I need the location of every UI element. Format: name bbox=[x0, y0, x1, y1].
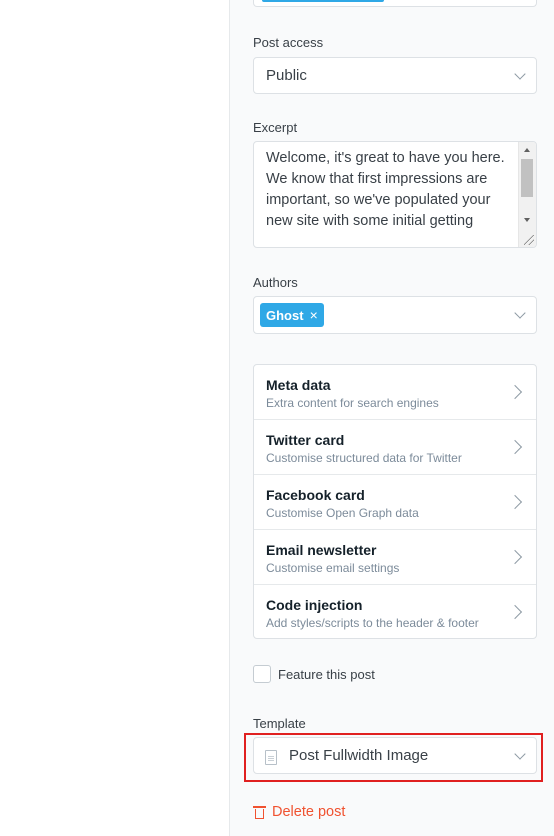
author-tag: Ghost × bbox=[260, 303, 324, 327]
feature-post-label[interactable]: Feature this post bbox=[278, 667, 375, 682]
authors-label: Authors bbox=[253, 275, 298, 290]
scroll-up-icon[interactable] bbox=[524, 148, 530, 152]
chevron-right-icon bbox=[507, 494, 523, 510]
chevron-right-icon bbox=[507, 604, 523, 620]
delete-post-label: Delete post bbox=[272, 804, 346, 820]
menu-item-title: Email newsletter bbox=[266, 542, 377, 558]
excerpt-label: Excerpt bbox=[253, 120, 298, 135]
menu-item-subtitle: Extra content for search engines bbox=[266, 396, 439, 410]
menu-item-email-newsletter[interactable]: Email newsletter Customise email setting… bbox=[254, 530, 536, 585]
scroll-down-icon[interactable] bbox=[524, 218, 530, 222]
menu-item-subtitle: Customise Open Graph data bbox=[266, 506, 419, 520]
chevron-right-icon bbox=[507, 384, 523, 400]
excerpt-scrollbar[interactable] bbox=[518, 142, 536, 247]
menu-item-subtitle: Add styles/scripts to the header & foote… bbox=[266, 616, 479, 630]
menu-item-subtitle: Customise structured data for Twitter bbox=[266, 451, 462, 465]
menu-item-title: Twitter card bbox=[266, 432, 345, 448]
template-label: Template bbox=[253, 716, 306, 731]
menu-item-code-injection[interactable]: Code injection Add styles/scripts to the… bbox=[254, 585, 536, 640]
post-access-label: Post access bbox=[253, 35, 324, 50]
post-access-value: Public bbox=[266, 67, 307, 84]
menu-item-title: Code injection bbox=[266, 597, 363, 613]
resize-grip-icon[interactable] bbox=[524, 235, 534, 245]
settings-menu: Meta data Extra content for search engin… bbox=[253, 364, 537, 639]
menu-item-subtitle: Customise email settings bbox=[266, 561, 400, 575]
excerpt-textarea[interactable]: Welcome, it's great to have you here. We… bbox=[253, 141, 537, 248]
menu-item-facebook-card[interactable]: Facebook card Customise Open Graph data bbox=[254, 475, 536, 530]
excerpt-text: Welcome, it's great to have you here. We… bbox=[266, 150, 505, 229]
chevron-right-icon bbox=[507, 439, 523, 455]
trash-icon bbox=[253, 805, 266, 820]
post-access-select[interactable]: Public bbox=[253, 57, 537, 94]
authors-select[interactable]: Ghost × bbox=[253, 296, 537, 334]
menu-item-meta-data[interactable]: Meta data Extra content for search engin… bbox=[254, 365, 536, 420]
highlight-box bbox=[244, 733, 543, 782]
chevron-right-icon bbox=[507, 549, 523, 565]
top-field-partial bbox=[253, 0, 537, 7]
chevron-down-icon bbox=[514, 307, 526, 319]
menu-item-title: Facebook card bbox=[266, 487, 365, 503]
scroll-thumb[interactable] bbox=[521, 159, 533, 197]
menu-item-title: Meta data bbox=[266, 377, 331, 393]
feature-post-checkbox[interactable] bbox=[253, 665, 271, 683]
left-pane bbox=[0, 0, 229, 836]
delete-post-button[interactable]: Delete post bbox=[253, 804, 345, 820]
menu-item-twitter-card[interactable]: Twitter card Customise structured data f… bbox=[254, 420, 536, 475]
chevron-down-icon bbox=[514, 67, 526, 80]
top-field-accent bbox=[262, 0, 384, 2]
remove-author-icon[interactable]: × bbox=[310, 307, 318, 323]
author-tag-label: Ghost bbox=[266, 307, 304, 323]
